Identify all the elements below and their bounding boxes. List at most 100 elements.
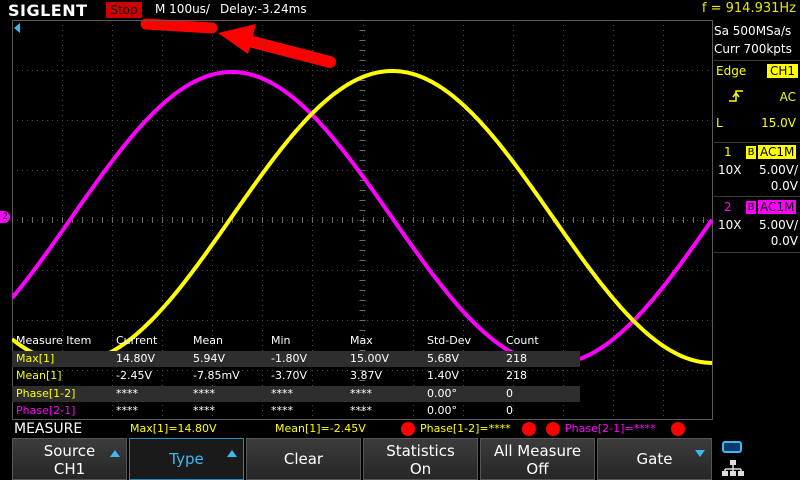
gate-button[interactable]: Gate — [597, 438, 712, 480]
row-current: -2.45V — [116, 369, 152, 382]
clear-label: Clear — [283, 450, 324, 468]
brand-logo: SIGLENT — [8, 1, 88, 20]
row-stddev: 1.40V — [427, 369, 460, 382]
summary-mean-ch1: Mean[1]=-2.45V — [275, 422, 366, 435]
row-min: -3.70V — [271, 369, 307, 382]
col-header-count: Count — [506, 334, 539, 347]
row-item: Mean[1] — [16, 369, 62, 382]
menu-title: MEASURE — [14, 421, 83, 437]
rising-edge-icon — [729, 90, 743, 102]
trigger-level: 15.0V — [761, 116, 796, 130]
row-item: Phase[2-1] — [16, 404, 76, 417]
col-header-item: Measure Item — [16, 334, 92, 347]
chevron-down-icon — [695, 450, 705, 457]
row-stddev: 5.68V — [427, 352, 460, 365]
row-stddev: 0.00° — [427, 387, 457, 400]
row-mean: 5.94V — [193, 352, 226, 365]
row-max: 3.87V — [350, 369, 383, 382]
col-header-max: Max — [350, 334, 373, 347]
row-mean: -7.85mV — [193, 369, 240, 382]
col-header-mean: Mean — [193, 334, 223, 347]
channel-1-number: 1 — [724, 145, 732, 159]
row-count: 218 — [506, 352, 527, 365]
trigger-source: CH1 — [766, 64, 798, 78]
statistics-label: Statistics — [386, 442, 455, 460]
channel-2-offset: 0.0V — [770, 234, 798, 248]
all-measure-value: Off — [526, 460, 549, 478]
chevron-up-icon — [227, 450, 237, 457]
table-row[interactable]: Mean[1] -2.45V -7.85mV -3.70V 3.87V 1.40… — [12, 368, 580, 384]
channel-2-coupling: AC1M — [758, 200, 797, 214]
row-item: Max[1] — [16, 352, 55, 365]
statistics-value: On — [409, 460, 432, 478]
row-min: -1.80V — [271, 352, 307, 365]
row-max: 15.00V — [350, 352, 390, 365]
sample-rate: Sa 500MSa/s — [714, 24, 792, 38]
softkey-bar: Source CH1 Type Clear Statistics On All … — [0, 438, 800, 480]
all-measure-button[interactable]: All Measure Off — [480, 438, 595, 480]
channel-1-offset: 0.0V — [770, 179, 798, 193]
panel-divider — [714, 252, 800, 253]
channel-1-scale: 5.00V/ — [759, 163, 798, 177]
row-mean: **** — [193, 404, 215, 417]
channel-2-offset-marker[interactable]: 2 — [0, 211, 10, 223]
col-header-min: Min — [271, 334, 291, 347]
row-count: 0 — [506, 404, 513, 417]
channel-2-number: 2 — [724, 200, 732, 214]
source-button[interactable]: Source CH1 — [12, 438, 127, 480]
status-dot — [546, 422, 560, 436]
channel-2-probe: 10X — [718, 218, 742, 232]
row-item: Phase[1-2] — [16, 387, 76, 400]
channel-2-scale: 5.00V/ — [759, 218, 798, 232]
row-min: **** — [271, 387, 293, 400]
col-header-stddev: Std-Dev — [427, 334, 471, 347]
status-dot — [671, 422, 685, 436]
trigger-position-marker — [14, 23, 20, 33]
top-status-bar: SIGLENT Stop M 100us/ Delay:-3.24ms f = … — [0, 0, 800, 20]
network-icon — [722, 460, 744, 476]
table-row[interactable]: Phase[1-2] **** **** **** **** 0.00° 0 — [12, 386, 580, 402]
info-panel: Sa 500MSa/s Curr 700kpts Edge CH1 AC L 1… — [714, 20, 800, 420]
channel-2-marker-label: 2 — [2, 212, 8, 222]
trigger-level-label: L — [716, 116, 723, 130]
statistics-button[interactable]: Statistics On — [363, 438, 478, 480]
memory-depth: Curr 700kpts — [714, 42, 792, 56]
summary-max-ch1: Max[1]=14.80V — [130, 422, 217, 435]
channel-1-probe: 10X — [718, 163, 742, 177]
channel-2-bw-limit: B — [746, 201, 756, 214]
row-min: **** — [271, 404, 293, 417]
all-measure-label: All Measure — [493, 442, 582, 460]
table-row[interactable]: Max[1] 14.80V 5.94V -1.80V 15.00V 5.68V … — [12, 351, 580, 367]
summary-phase-1-2: Phase[1-2]=**** — [420, 422, 511, 435]
status-dot — [522, 422, 536, 436]
row-count: 0 — [506, 387, 513, 400]
table-header-row: Measure Item Current Mean Min Max Std-De… — [12, 333, 580, 349]
run-stop-indicator[interactable]: Stop — [106, 2, 142, 18]
trigger-mode: Edge — [716, 64, 747, 78]
row-stddev: 0.00° — [427, 404, 457, 417]
channel-1-panel[interactable]: 1 B AC1M 10X 5.00V/ 0.0V — [714, 142, 800, 197]
row-mean: **** — [193, 387, 215, 400]
frequency-counter: f = 914.931Hz — [701, 1, 796, 16]
usb-icon — [722, 441, 742, 453]
trigger-panel[interactable]: Edge CH1 AC L 15.0V — [714, 60, 800, 151]
row-max: **** — [350, 404, 372, 417]
source-value: CH1 — [53, 460, 86, 478]
row-current: 14.80V — [116, 352, 156, 365]
channel-1-bw-limit: B — [746, 146, 756, 159]
chevron-up-icon — [110, 450, 120, 457]
channel-1-trace — [12, 69, 713, 365]
clear-button[interactable]: Clear — [246, 438, 361, 480]
measure-summary-bar: MEASURE Max[1]=14.80V Mean[1]=-2.45V Pha… — [0, 420, 800, 438]
col-header-current: Current — [116, 334, 158, 347]
type-button[interactable]: Type — [129, 438, 244, 480]
row-count: 218 — [506, 369, 527, 382]
summary-phase-2-1: Phase[2-1]=**** — [565, 422, 656, 435]
trigger-coupling: AC — [779, 90, 796, 104]
row-max: **** — [350, 387, 372, 400]
channel-1-coupling: AC1M — [758, 145, 797, 159]
timebase-readout[interactable]: M 100us/ — [155, 2, 210, 16]
channel-2-panel[interactable]: 2 B AC1M 10X 5.00V/ 0.0V — [714, 196, 800, 253]
delay-readout[interactable]: Delay:-3.24ms — [220, 2, 307, 16]
table-row[interactable]: Phase[2-1] **** **** **** **** 0.00° 0 — [12, 403, 580, 419]
